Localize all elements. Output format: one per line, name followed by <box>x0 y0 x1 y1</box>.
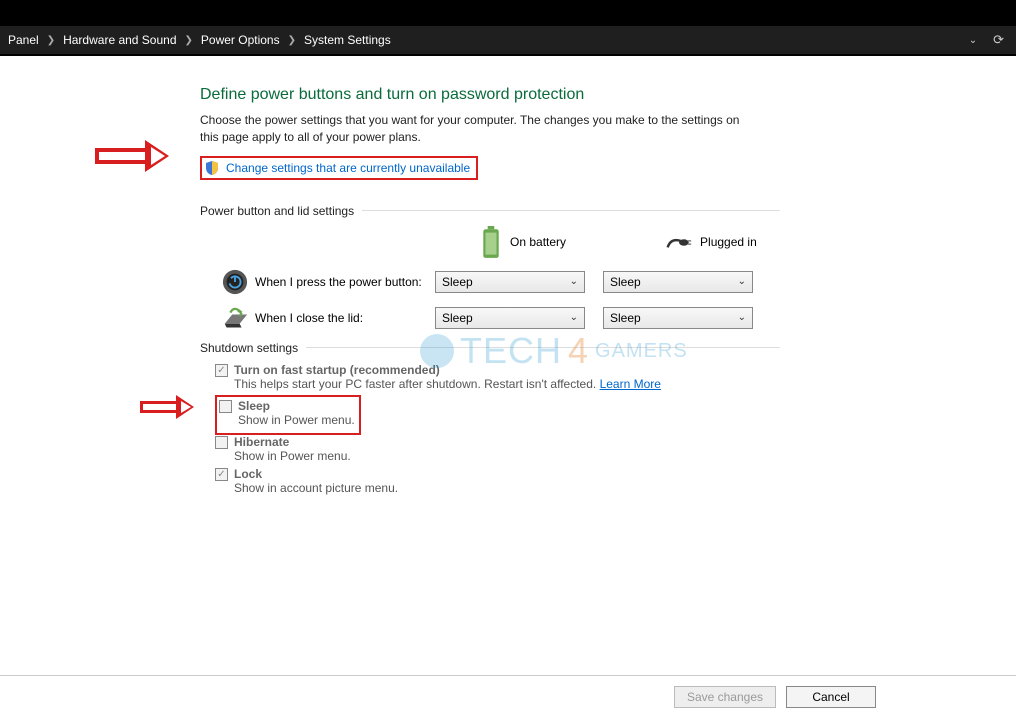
column-plugged-in: Plugged in <box>666 235 757 249</box>
combo-value: Sleep <box>610 275 641 289</box>
combo-press-button-plugged[interactable]: Sleep ⌄ <box>603 271 753 293</box>
checkbox-fast-startup: Turn on fast startup (recommended) This … <box>215 363 780 391</box>
checkbox-label: Lock <box>234 467 398 481</box>
column-label: Plugged in <box>700 235 757 249</box>
chevron-right-icon: ❯ <box>284 35 300 46</box>
annotation-arrow <box>140 395 194 419</box>
plug-icon <box>666 236 692 249</box>
cancel-button[interactable]: Cancel <box>786 686 876 708</box>
refresh-icon[interactable]: ⟳ <box>993 32 1004 48</box>
chevron-right-icon: ❯ <box>43 35 59 46</box>
checkbox-label: Sleep <box>238 399 355 413</box>
row-label: When I close the lid: <box>255 311 435 325</box>
laptop-lid-icon <box>221 307 249 329</box>
breadcrumb-item[interactable]: Power Options <box>201 33 280 47</box>
change-settings-link[interactable]: Change settings that are currently unava… <box>226 161 470 175</box>
checkbox-label: Turn on fast startup (recommended) <box>234 363 661 377</box>
power-button-icon <box>222 269 248 295</box>
checkbox-label: Hibernate <box>234 435 351 449</box>
checkbox-description: This helps start your PC faster after sh… <box>234 377 596 391</box>
checkbox-description: Show in account picture menu. <box>234 481 398 495</box>
battery-icon <box>480 226 502 259</box>
checkbox-description: Show in Power menu. <box>238 413 355 427</box>
shield-icon <box>204 160 220 176</box>
row-close-lid: When I close the lid: Sleep ⌄ Sleep ⌄ <box>200 307 780 329</box>
page-description: Choose the power settings that you want … <box>200 112 760 146</box>
checkbox-icon <box>215 364 228 377</box>
page-title: Define power buttons and turn on passwor… <box>200 86 780 104</box>
column-on-battery: On battery <box>480 226 566 259</box>
breadcrumb-bar: Panel ❯ Hardware and Sound ❯ Power Optio… <box>0 26 1016 54</box>
chevron-down-icon: ⌄ <box>738 312 746 323</box>
chevron-right-icon: ❯ <box>181 35 197 46</box>
combo-value: Sleep <box>442 275 473 289</box>
change-settings-highlight: Change settings that are currently unava… <box>200 156 478 180</box>
sleep-highlight: Sleep Show in Power menu. <box>215 395 361 435</box>
section-label: Power button and lid settings <box>200 204 354 218</box>
checkbox-icon <box>215 468 228 481</box>
footer-bar: Save changes Cancel <box>0 675 1016 717</box>
column-label: On battery <box>510 235 566 249</box>
combo-close-lid-battery[interactable]: Sleep ⌄ <box>435 307 585 329</box>
chevron-down-icon: ⌄ <box>570 312 578 323</box>
combo-close-lid-plugged[interactable]: Sleep ⌄ <box>603 307 753 329</box>
checkbox-sleep: Sleep Show in Power menu. <box>219 399 355 427</box>
combo-value: Sleep <box>610 311 641 325</box>
chevron-down-icon: ⌄ <box>570 276 578 287</box>
combo-value: Sleep <box>442 311 473 325</box>
learn-more-link[interactable]: Learn More <box>600 377 661 391</box>
breadcrumb-item[interactable]: System Settings <box>304 33 391 47</box>
row-press-power-button: When I press the power button: Sleep ⌄ S… <box>200 269 780 295</box>
chevron-down-icon[interactable]: ⌄ <box>969 35 977 46</box>
checkbox-lock: Lock Show in account picture menu. <box>215 467 780 495</box>
chevron-down-icon: ⌄ <box>738 276 746 287</box>
checkbox-hibernate: Hibernate Show in Power menu. <box>215 435 780 463</box>
section-shutdown: Shutdown settings <box>200 341 780 355</box>
breadcrumb: Panel ❯ Hardware and Sound ❯ Power Optio… <box>8 33 391 47</box>
row-label: When I press the power button: <box>255 275 435 289</box>
breadcrumb-item[interactable]: Hardware and Sound <box>63 33 176 47</box>
checkbox-description: Show in Power menu. <box>234 449 351 463</box>
checkbox-icon <box>219 400 232 413</box>
annotation-arrow <box>95 140 169 172</box>
breadcrumb-item[interactable]: Panel <box>8 33 39 47</box>
section-label: Shutdown settings <box>200 341 298 355</box>
checkbox-icon <box>215 436 228 449</box>
save-button: Save changes <box>674 686 776 708</box>
combo-press-button-battery[interactable]: Sleep ⌄ <box>435 271 585 293</box>
section-power-button: Power button and lid settings <box>200 204 780 218</box>
